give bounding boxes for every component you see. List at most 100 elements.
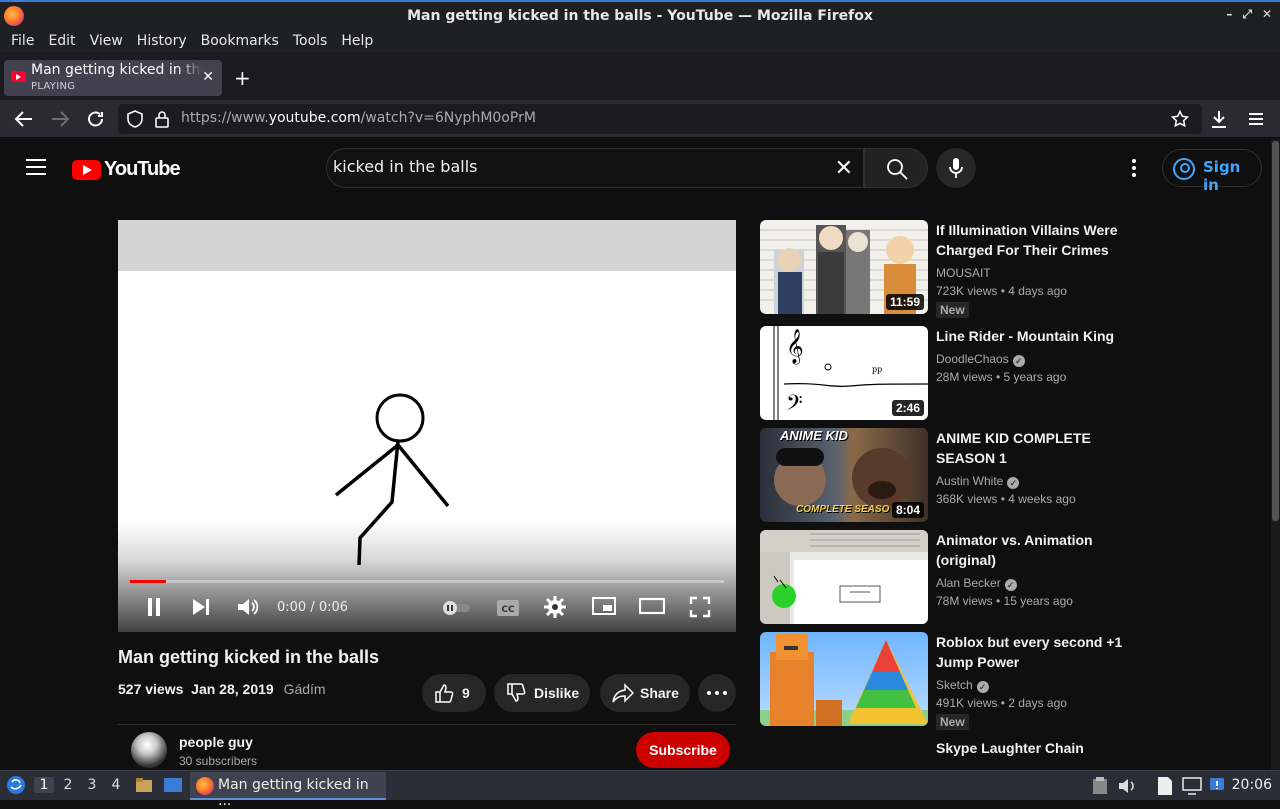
subscribe-button[interactable]: Subscribe: [636, 732, 730, 768]
recommendation-title[interactable]: Animator vs. Animation (original): [936, 530, 1146, 570]
video-thumbnail[interactable]: 𝄞 𝄢 pp 2:46: [760, 326, 928, 420]
new-tab-button[interactable]: +: [234, 66, 251, 90]
menu-file[interactable]: File: [4, 33, 41, 49]
miniplayer-icon[interactable]: [592, 596, 616, 616]
thumbs-down-icon: [507, 683, 526, 702]
minimize-button[interactable]: –: [1226, 7, 1232, 22]
share-label: Share: [640, 685, 679, 701]
recommendation-title[interactable]: ANIME KID COMPLETE SEASON 1: [936, 428, 1146, 468]
autoplay-toggle-icon[interactable]: [442, 600, 472, 616]
video-thumbnail[interactable]: ANIME KID COMPLETE SEASO 8:04: [760, 428, 928, 522]
forward-arrow-icon[interactable]: [50, 110, 70, 128]
menu-bookmarks[interactable]: Bookmarks: [194, 33, 286, 49]
start-menu-icon[interactable]: [6, 775, 26, 795]
network-icon[interactable]: [1208, 775, 1226, 795]
recommendation-item[interactable]: ANIME KID COMPLETE SEASO 8:04 ANIME KID …: [760, 428, 1160, 524]
recommendation-item[interactable]: Skype Laughter Chain: [760, 738, 1160, 770]
menu-edit[interactable]: Edit: [41, 33, 82, 49]
recommendation-channel[interactable]: Sketch ✓: [936, 678, 989, 693]
tab-close-icon[interactable]: ✕: [202, 69, 214, 85]
app-menu-icon[interactable]: [1247, 111, 1265, 127]
menu-history[interactable]: History: [130, 33, 194, 49]
recommendation-channel[interactable]: MOUSAIT: [936, 266, 991, 280]
recommendation-channel[interactable]: Austin White ✓: [936, 474, 1020, 489]
channel-name[interactable]: people guy: [179, 734, 253, 750]
workspace-3[interactable]: 3: [82, 777, 102, 793]
search-button[interactable]: [864, 148, 928, 188]
recommendation-meta: 491K views • 2 days ago: [936, 696, 1067, 710]
video-tag[interactable]: Gádím: [284, 681, 326, 697]
recommendation-channel[interactable]: DoodleChaos ✓: [936, 352, 1025, 367]
youtube-logo[interactable]: YouTube: [72, 158, 181, 181]
url-bar[interactable]: https://www.youtube.com/watch?v=6NyphM0o…: [118, 104, 1202, 134]
workspace-2[interactable]: 2: [58, 777, 78, 793]
back-arrow-icon[interactable]: [14, 110, 34, 128]
search-input[interactable]: [333, 157, 823, 176]
roblox-thumbnail-art: [760, 634, 928, 726]
recommendation-title[interactable]: If Illumination Villains Were Charged Fo…: [936, 220, 1146, 260]
display-icon[interactable]: [1182, 777, 1202, 795]
clipboard-icon[interactable]: [1092, 777, 1108, 795]
voice-search-button[interactable]: [936, 148, 976, 188]
video-thumbnail[interactable]: 11:59: [760, 220, 928, 314]
recommendation-title[interactable]: Roblox but every second +1 Jump Power: [936, 632, 1146, 672]
recommendation-meta: 78M views • 15 years ago: [936, 594, 1073, 608]
recommendation-item[interactable]: Animator vs. Animation (original) Alan B…: [760, 530, 1160, 626]
new-badge: New: [936, 714, 969, 730]
dislike-button[interactable]: Dislike: [494, 674, 590, 712]
notes-icon[interactable]: [1156, 776, 1174, 796]
taskbar-firefox-task[interactable]: Man getting kicked in ...: [190, 772, 386, 809]
settings-gear-icon[interactable]: [544, 596, 566, 618]
volume-icon[interactable]: [236, 596, 260, 618]
file-manager-icon[interactable]: [135, 776, 153, 794]
verified-check-icon: ✓: [1004, 579, 1017, 591]
shield-icon[interactable]: [126, 110, 144, 128]
more-actions-button[interactable]: [698, 674, 736, 712]
fullscreen-icon[interactable]: [689, 596, 711, 618]
clear-search-icon[interactable]: ✕: [835, 156, 853, 181]
recommendation-title[interactable]: Line Rider - Mountain King: [936, 326, 1146, 346]
menu-help[interactable]: Help: [334, 33, 380, 49]
channel-avatar[interactable]: [131, 732, 167, 768]
video-player[interactable]: 0:00 / 0:06 CC: [118, 220, 736, 632]
url-text[interactable]: https://www.youtube.com/watch?v=6NyphM0o…: [181, 110, 536, 126]
recommendation-meta: 368K views • 4 weeks ago: [936, 492, 1076, 506]
video-thumbnail[interactable]: [760, 530, 928, 624]
share-button[interactable]: Share: [600, 674, 690, 712]
guide-menu-icon[interactable]: [26, 159, 46, 175]
downloads-icon[interactable]: [1210, 109, 1228, 129]
pause-icon[interactable]: [146, 596, 162, 618]
window-title: Man getting kicked in the balls - YouTub…: [407, 8, 873, 24]
bookmark-star-icon[interactable]: [1171, 110, 1189, 128]
progress-bar[interactable]: [130, 580, 724, 583]
lock-icon[interactable]: [154, 110, 170, 128]
speaker-icon[interactable]: [1118, 777, 1136, 795]
recommendation-title[interactable]: Skype Laughter Chain: [936, 738, 1146, 758]
theater-mode-icon[interactable]: [639, 596, 665, 616]
browser-tab[interactable]: Man getting kicked in the balls - YouTub…: [4, 60, 222, 96]
recommendation-channel[interactable]: Alan Becker ✓: [936, 576, 1017, 591]
settings-more-icon[interactable]: [1132, 159, 1136, 180]
recommendation-item[interactable]: 11:59 If Illumination Villains Were Char…: [760, 220, 1160, 320]
workspace-1[interactable]: 1: [34, 777, 54, 793]
sign-in-button[interactable]: Sign in: [1162, 149, 1262, 194]
desktop-icon[interactable]: [163, 776, 183, 794]
menu-tools[interactable]: Tools: [286, 33, 335, 49]
video-thumbnail[interactable]: [760, 738, 928, 770]
next-icon[interactable]: [191, 596, 211, 618]
recommendation-item[interactable]: Roblox but every second +1 Jump Power Sk…: [760, 632, 1160, 732]
close-window-button[interactable]: ✕: [1262, 7, 1272, 22]
video-thumbnail[interactable]: [760, 632, 928, 726]
firefox-task-icon: [196, 777, 214, 795]
scrollbar-thumb[interactable]: [1272, 141, 1279, 521]
maximize-button[interactable]: ⤢: [1242, 7, 1252, 22]
page-scrollbar[interactable]: [1271, 139, 1280, 770]
captions-icon[interactable]: CC: [496, 599, 520, 617]
recommendation-item[interactable]: 𝄞 𝄢 pp 2:46 Line Rider - Mountain King D…: [760, 326, 1160, 422]
search-box[interactable]: ✕: [326, 148, 864, 188]
upload-date: Jan 28, 2019: [191, 681, 274, 697]
workspace-4[interactable]: 4: [106, 777, 126, 793]
like-button[interactable]: 9: [422, 674, 486, 712]
menu-view[interactable]: View: [83, 33, 130, 49]
reload-icon[interactable]: [86, 110, 106, 128]
